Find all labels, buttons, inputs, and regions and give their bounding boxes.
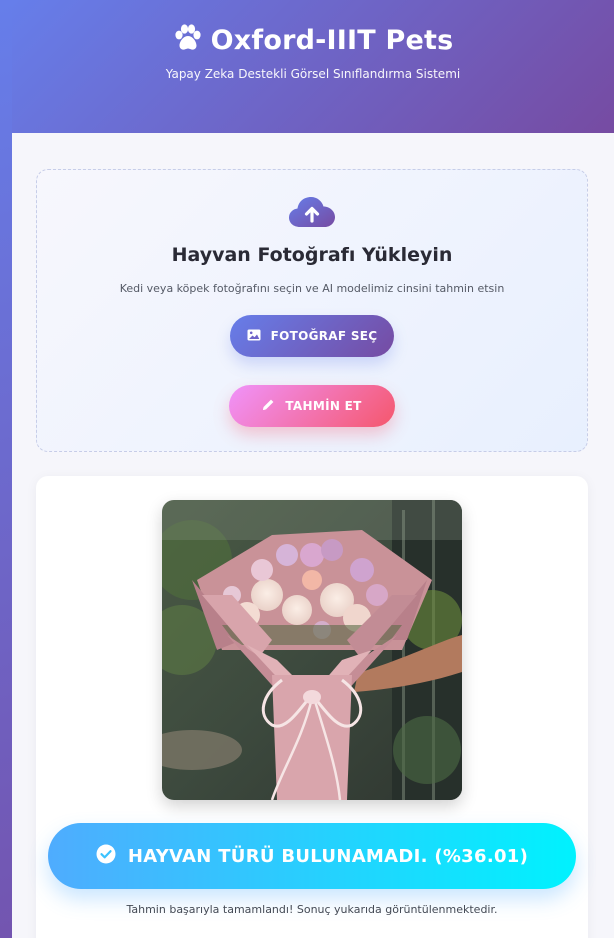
uploaded-photo	[162, 500, 462, 800]
result-banner: HAYVAN TÜRÜ BULUNAMADI. (%36.01)	[48, 823, 576, 889]
pencil-icon	[262, 398, 275, 414]
cloud-upload-icon	[288, 194, 336, 230]
result-note: Tahmin başarıyla tamamlandı! Sonuç yukar…	[126, 903, 498, 916]
select-photo-button[interactable]: FOTOĞRAF SEÇ	[230, 315, 394, 357]
result-card: HAYVAN TÜRÜ BULUNAMADI. (%36.01) Tahmin …	[36, 476, 588, 938]
page: Oxford-IIIT Pets Yapay Zeka Destekli Gör…	[12, 0, 614, 938]
app-header: Oxford-IIIT Pets Yapay Zeka Destekli Gör…	[12, 0, 614, 133]
upload-title: Hayvan Fotoğrafı Yükleyin	[171, 244, 453, 266]
result-label: HAYVAN TÜRÜ BULUNAMADI. (%36.01)	[127, 845, 529, 867]
image-icon	[247, 329, 261, 344]
check-circle-icon	[96, 844, 116, 869]
app-subtitle: Yapay Zeka Destekli Görsel Sınıflandırma…	[165, 67, 461, 81]
title-row: Oxford-IIIT Pets	[12, 24, 614, 56]
upload-area[interactable]: Hayvan Fotoğrafı Yükleyin Kedi veya köpe…	[36, 169, 588, 452]
upload-description: Kedi veya köpek fotoğrafını seçin ve AI …	[119, 282, 505, 295]
predict-button[interactable]: TAHMİN ET	[229, 385, 395, 427]
predict-label: TAHMİN ET	[285, 399, 362, 413]
select-photo-label: FOTOĞRAF SEÇ	[270, 329, 378, 343]
app-title: Oxford-IIIT Pets	[210, 24, 454, 56]
paw-icon	[173, 24, 203, 56]
